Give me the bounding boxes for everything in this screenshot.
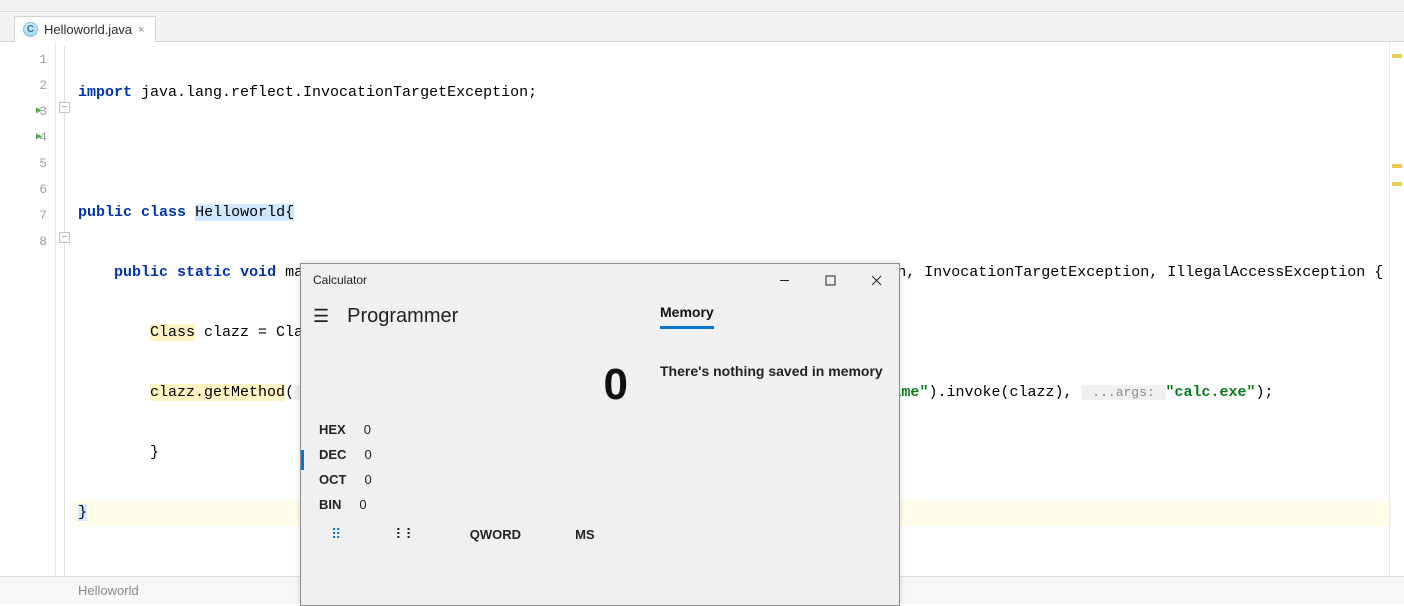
top-toolbar xyxy=(0,0,1404,12)
calculator-titlebar[interactable]: Calculator xyxy=(301,264,899,296)
marker-warning-icon[interactable] xyxy=(1392,164,1402,168)
memory-tab[interactable]: Memory xyxy=(660,304,714,329)
marker-warning-icon[interactable] xyxy=(1392,54,1402,58)
file-tab-label: Helloworld.java xyxy=(44,22,132,37)
marker-warning-icon[interactable] xyxy=(1392,182,1402,186)
tab-bar: Helloworld.java × xyxy=(0,12,1404,42)
maximize-button[interactable] xyxy=(807,264,853,296)
base-list: HEX0 DEC0 OCT0 BIN0 xyxy=(313,418,646,512)
keypad-icon[interactable]: ⠿ xyxy=(331,526,341,543)
base-row-dec[interactable]: DEC0 xyxy=(313,447,646,462)
overview-ruler[interactable] xyxy=(1390,42,1404,576)
hamburger-icon[interactable]: ☰ xyxy=(313,306,329,327)
line-number[interactable]: 2 xyxy=(0,72,55,98)
calculator-body: ☰ Programmer 0 HEX0 DEC0 OCT0 BIN0 ⠿ ⠇⠇ … xyxy=(301,296,899,605)
gutter: 1 2 3▶ 4▶ 5 6 7 8 xyxy=(0,42,56,576)
memory-empty-message: There's nothing saved in memory xyxy=(660,363,885,379)
calculator-mode-label[interactable]: Programmer xyxy=(347,305,458,328)
line-number[interactable]: 7 xyxy=(0,202,55,228)
run-icon[interactable]: ▶ xyxy=(36,105,42,117)
calculator-window[interactable]: Calculator ☰ Programmer 0 HEX0 DEC0 OCT0… xyxy=(300,263,900,606)
base-row-hex[interactable]: HEX0 xyxy=(313,422,646,437)
line-number[interactable]: 8 xyxy=(0,228,55,254)
calculator-main-panel: ☰ Programmer 0 HEX0 DEC0 OCT0 BIN0 ⠿ ⠇⠇ … xyxy=(301,296,646,605)
base-row-bin[interactable]: BIN0 xyxy=(313,497,646,512)
file-tab[interactable]: Helloworld.java × xyxy=(14,16,156,42)
line-number[interactable]: 1 xyxy=(0,46,55,72)
breadcrumb[interactable]: Helloworld xyxy=(78,583,139,598)
calculator-memory-panel: Memory There's nothing saved in memory xyxy=(646,296,899,605)
code-line xyxy=(74,140,1389,166)
run-icon[interactable]: ▶ xyxy=(36,131,42,143)
word-size-button[interactable]: QWORD xyxy=(470,527,521,542)
fold-toggle-icon[interactable]: − xyxy=(59,232,70,243)
line-number[interactable]: 5 xyxy=(0,150,55,176)
minimize-button[interactable] xyxy=(761,264,807,296)
code-line: import java.lang.reflect.InvocationTarge… xyxy=(74,80,1389,106)
calculator-toolbar: ⠿ ⠇⠇ QWORD MS xyxy=(313,512,646,543)
line-number[interactable]: 4▶ xyxy=(0,124,55,150)
line-number[interactable]: 6 xyxy=(0,176,55,202)
code-line: public class Helloworld{ xyxy=(74,200,1389,226)
window-controls xyxy=(761,264,899,296)
memory-store-button[interactable]: MS xyxy=(575,527,595,542)
close-icon[interactable]: × xyxy=(138,24,144,36)
line-number[interactable]: 3▶ xyxy=(0,98,55,124)
close-button[interactable] xyxy=(853,264,899,296)
fold-column: − − xyxy=(56,42,74,576)
active-base-indicator xyxy=(301,450,304,470)
base-row-oct[interactable]: OCT0 xyxy=(313,472,646,487)
calculator-title: Calculator xyxy=(313,273,367,287)
java-class-icon xyxy=(23,22,38,37)
bit-toggle-icon[interactable]: ⠇⠇ xyxy=(395,526,416,543)
fold-toggle-icon[interactable]: − xyxy=(59,102,70,113)
calculator-display: 0 xyxy=(313,336,646,418)
